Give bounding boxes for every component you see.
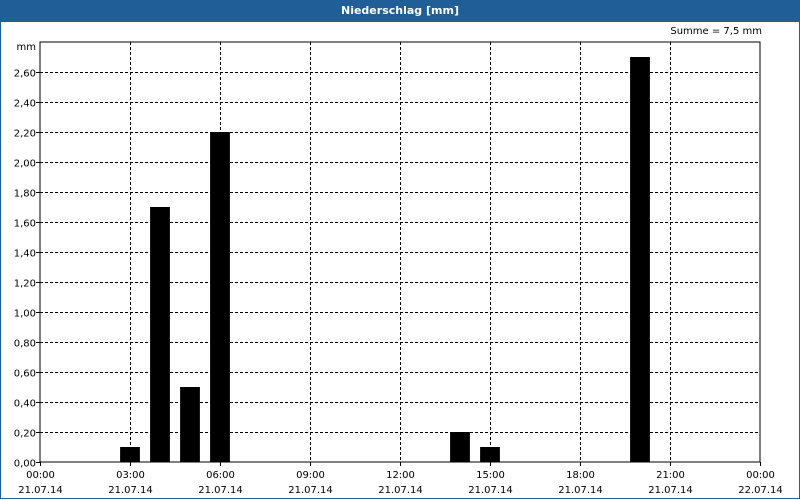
x-tick-label-date: 21.07.14 xyxy=(648,485,693,496)
y-tick-label: 0,00 xyxy=(14,459,36,470)
y-tick-label: 0,60 xyxy=(14,369,36,380)
y-axis-label: mm xyxy=(17,42,36,53)
x-tick-label-time: 06:00 xyxy=(206,470,235,481)
x-tick-label-time: 18:00 xyxy=(566,470,595,481)
x-tick-label-date: 21.07.14 xyxy=(18,485,63,496)
x-tick-label-time: 09:00 xyxy=(296,470,325,481)
x-tick-label-time: 21:00 xyxy=(656,470,685,481)
x-tick-label-date: 21.07.14 xyxy=(108,485,153,496)
x-tick-label-date: 21.07.14 xyxy=(378,485,423,496)
bar-chart: 0,00 0,20 0,40 0,60 0,80 1,00 1,20 1,40 1,60 1,80… xyxy=(14,41,783,496)
x-tick-label-time: 12:00 xyxy=(386,470,415,481)
bar xyxy=(210,132,230,462)
x-tick-label-time: 15:00 xyxy=(476,470,505,481)
bar xyxy=(180,387,200,462)
y-tick-label: 0,40 xyxy=(14,399,36,410)
x-tick-label-date: 21.07.14 xyxy=(558,485,603,496)
y-tick-label: 1,40 xyxy=(14,249,36,260)
y-tick-label: 0,20 xyxy=(14,429,36,440)
bar xyxy=(480,447,500,462)
y-tick-label: 1,20 xyxy=(14,279,36,290)
x-tick-label-date: 21.07.14 xyxy=(288,485,333,496)
x-tick-label-time: 03:00 xyxy=(116,470,145,481)
y-tick-label: 1,80 xyxy=(14,189,36,200)
x-tick-label-time: 00:00 xyxy=(26,470,55,481)
y-tick-label: 2,60 xyxy=(14,69,36,80)
x-tick-label-time: 00:00 xyxy=(746,470,775,481)
bar xyxy=(450,432,470,462)
bar xyxy=(120,447,140,462)
x-tick-label-date: 22.07.14 xyxy=(738,485,783,496)
y-tick-label: 1,60 xyxy=(14,219,36,230)
x-tick-label-date: 21.07.14 xyxy=(468,485,513,496)
y-tick-label: 1,00 xyxy=(14,309,36,320)
x-tick-label-date: 21.07.14 xyxy=(198,485,243,496)
bar xyxy=(630,57,650,462)
y-tick-label: 2,20 xyxy=(14,129,36,140)
bar xyxy=(150,207,170,462)
y-tick-label: 0,80 xyxy=(14,339,36,350)
y-tick-label: 2,00 xyxy=(14,159,36,170)
y-tick-label: 2,40 xyxy=(14,99,36,110)
